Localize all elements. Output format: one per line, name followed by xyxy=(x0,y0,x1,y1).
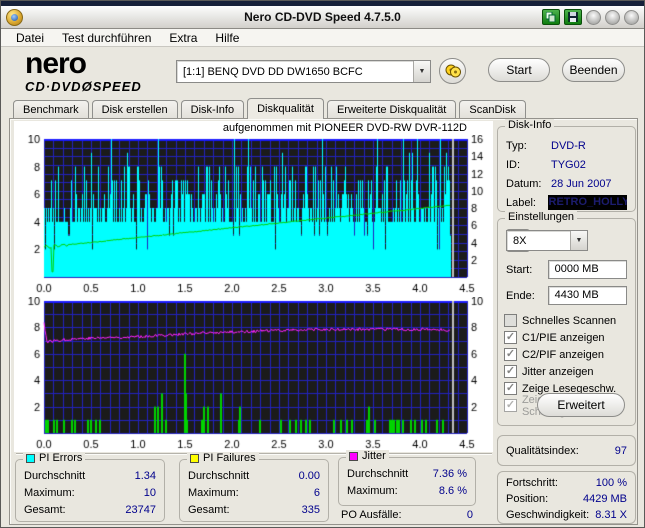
disk-id-value: TYG02 xyxy=(551,158,586,171)
progress-value: 100 % xyxy=(595,477,627,489)
tab-benchmark[interactable]: Benchmark xyxy=(13,100,89,119)
tab-strip: Benchmark Disk erstellen Disk-Info Diskq… xyxy=(13,98,529,119)
checkbox-c2-pif[interactable]: ✓ C2/PIF anzeigen xyxy=(498,346,635,363)
pi-failures-total: 335 xyxy=(301,503,320,516)
pi-failures-maximum: 6 xyxy=(313,486,320,499)
tab-disk-erstellen[interactable]: Disk erstellen xyxy=(91,100,178,119)
checkbox-schnelles-scannen[interactable]: Schnelles Scannen xyxy=(498,312,635,329)
copy-to-clipboard-icon[interactable] xyxy=(542,9,560,25)
disk-date-label: Datum: xyxy=(506,177,542,190)
pi-errors-swatch xyxy=(26,453,35,463)
pi-failures-legend: PI Failures xyxy=(187,452,259,464)
pi-errors-maximum: 10 xyxy=(143,486,156,499)
checkbox-jitter[interactable]: ✓ Jitter anzeigen xyxy=(498,363,635,380)
disk-id-label: ID: xyxy=(506,158,521,171)
disk-type-label: Typ: xyxy=(506,139,527,152)
eject-disc-button[interactable] xyxy=(439,58,466,84)
disk-info-group: Disk-Info Typ: DVD-R ID: TYG02 Datum: 28 Ju… xyxy=(497,119,636,212)
progress-box: Fortschritt: 100 % Position: 4429 MB Gesch… xyxy=(497,471,636,524)
menu-bar: Datei Test durchführen Extra Hilfe xyxy=(1,29,644,47)
settings-title: Einstellungen xyxy=(505,211,578,223)
disk-label-value: RETRO_HOLLY\ xyxy=(547,195,627,210)
po-failures-value: 0 xyxy=(466,509,473,521)
end-field[interactable]: 4430 MB xyxy=(547,286,627,305)
settings-group: Einstellungen 8X ▼ ⟳ Start:0000 MB Ende:… xyxy=(497,211,636,426)
position-value: 4429 MB xyxy=(582,493,627,505)
po-failures-label: PO Ausfälle: xyxy=(341,509,402,521)
nero-logo: nero CD·DVDØSPEED xyxy=(25,47,142,94)
title-bar[interactable]: Nero CD-DVD Speed 4.7.5.0 xyxy=(1,6,644,29)
chevron-down-icon[interactable]: ▼ xyxy=(570,231,587,250)
jitter-legend: Jitter xyxy=(346,450,389,462)
discs-icon xyxy=(445,64,461,78)
quality-index-label: Qualitätsindex: xyxy=(506,444,579,457)
chevron-down-icon[interactable]: ▼ xyxy=(413,61,430,82)
start-field[interactable]: 0000 MB xyxy=(547,260,627,279)
jitter-average: 7.36 % xyxy=(432,467,467,480)
start-button[interactable]: Start xyxy=(488,58,550,82)
menu-extra[interactable]: Extra xyxy=(160,29,206,47)
quality-index-box: Qualitätsindex: 97 xyxy=(497,435,636,466)
tab-diskqualitaet[interactable]: Diskqualität xyxy=(247,98,324,119)
pi-failures-swatch xyxy=(190,453,199,463)
jitter-swatch xyxy=(349,451,358,461)
position-label: Position: xyxy=(506,493,549,505)
disk-type-value: DVD-R xyxy=(551,139,586,152)
disk-date-value: 28 Jun 2007 xyxy=(551,177,612,190)
pi-errors-chart xyxy=(14,135,493,295)
tab-disk-info[interactable]: Disk-Info xyxy=(180,100,245,119)
pi-errors-legend: PI Errors xyxy=(23,452,86,464)
maximize-button[interactable] xyxy=(605,9,620,25)
tab-scandisk[interactable]: ScanDisk xyxy=(459,100,526,119)
jitter-stats: Jitter Durchschnitt 7.36 % Maximum: 8.6 % xyxy=(338,450,476,506)
drive-select[interactable]: [1:1] BENQ DVD DD DW1650 BCFC ▼ xyxy=(176,60,431,83)
quality-index-value: 97 xyxy=(614,444,627,457)
advanced-button[interactable]: Erweitert xyxy=(537,393,625,417)
toolbar: nero CD·DVDØSPEED [1:1] BENQ DVD DD DW16… xyxy=(1,47,644,97)
recorded-with-label: aufgenommen mit PIONEER DVD-RW DVR-112D xyxy=(222,122,467,134)
pif-jitter-chart xyxy=(14,297,493,451)
quit-button[interactable]: Beenden xyxy=(562,58,625,82)
po-failures-row: PO Ausfälle: 0 xyxy=(341,509,473,521)
pi-errors-total: 23747 xyxy=(125,503,156,516)
speed-label: Geschwindigkeit: xyxy=(506,509,590,521)
pi-errors-stats: PI Errors Durchschnitt 1.34 Maximum: 10 Ge… xyxy=(15,452,165,522)
minimize-button[interactable] xyxy=(586,9,601,25)
tab-erweiterte-diskqualitaet[interactable]: Erweiterte Diskqualität xyxy=(326,100,457,119)
pi-errors-average: 1.34 xyxy=(134,469,156,482)
menu-test-durchfuehren[interactable]: Test durchführen xyxy=(53,29,160,47)
disc-glyph: Ø xyxy=(81,79,93,94)
save-icon[interactable] xyxy=(564,9,582,25)
disk-info-title: Disk-Info xyxy=(505,119,555,131)
disk-label-label: Label: xyxy=(506,196,536,209)
menu-hilfe[interactable]: Hilfe xyxy=(206,29,248,47)
pi-failures-average: 0.00 xyxy=(298,469,320,482)
progress-label: Fortschritt: xyxy=(506,477,558,489)
menu-datei[interactable]: Datei xyxy=(7,29,53,47)
speed-value: 8.31 X xyxy=(595,509,627,521)
speed-select[interactable]: 8X ▼ xyxy=(506,230,588,251)
start-field-label: Start: xyxy=(506,263,533,276)
checkbox-c1-pie[interactable]: ✓ C1/PIE anzeigen xyxy=(498,329,635,346)
jitter-maximum: 8.6 % xyxy=(438,484,467,497)
end-field-label: Ende: xyxy=(506,289,535,302)
pi-failures-stats: PI Failures Durchschnitt 0.00 Maximum: 6 G… xyxy=(179,452,329,522)
app-window: Nero CD-DVD Speed 4.7.5.0 Datei Test dur… xyxy=(0,0,645,528)
close-button[interactable] xyxy=(624,9,639,25)
